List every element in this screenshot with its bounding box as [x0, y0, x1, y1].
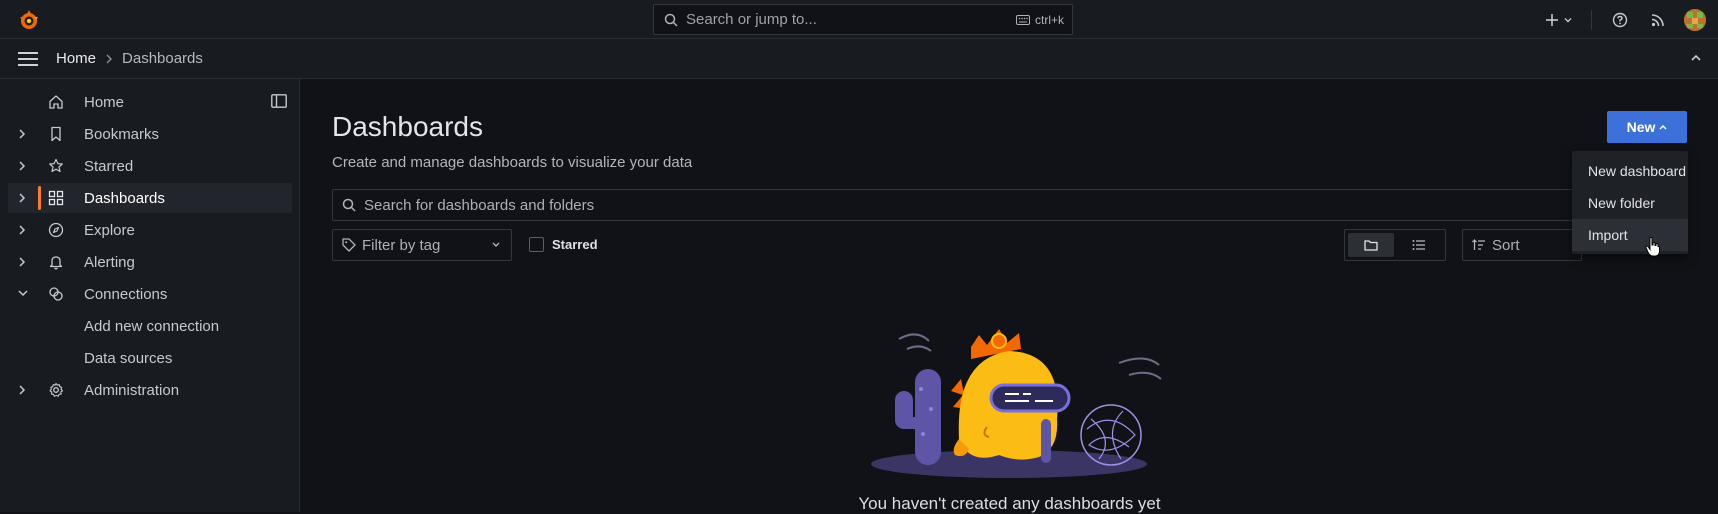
page-title: Dashboards — [332, 111, 483, 142]
sidebar-item-label: Bookmarks — [84, 126, 160, 143]
sidebar-item-label: Alerting — [84, 254, 135, 271]
search-shortcut-text: ctrl+k — [1034, 13, 1064, 27]
sidebar-item-explore[interactable]: Explore — [8, 215, 292, 245]
sort-amount-icon — [1472, 239, 1486, 251]
chevron-right-icon[interactable] — [18, 160, 26, 172]
sidebar-item-label: Starred — [84, 158, 134, 175]
sidebar-item-connections[interactable]: Connections — [8, 279, 292, 309]
empty-state-illustration — [859, 299, 1179, 499]
breadcrumb: Home Dashboards — [56, 50, 203, 67]
menu-item-new-dashboard[interactable]: New dashboard — [1572, 155, 1688, 187]
sidebar: Home Bookmarks Starred Dashboards Explor… — [0, 79, 300, 512]
chevron-down-icon — [491, 241, 501, 249]
compass-icon — [48, 222, 64, 238]
top-bar: Search or jump to... ctrl+k — [0, 0, 1718, 39]
main-content: Dashboards Create and manage dashboards … — [301, 79, 1718, 512]
sort-select[interactable]: Sort — [1462, 229, 1582, 261]
user-avatar[interactable] — [1684, 8, 1706, 31]
global-search-placeholder: Search or jump to... — [686, 11, 817, 28]
new-dropdown-menu: New dashboard New folder Import — [1572, 151, 1688, 254]
sidebar-item-label: Home — [84, 94, 125, 111]
filter-by-tag-select[interactable]: Filter by tag — [332, 229, 512, 261]
cog-icon — [48, 382, 64, 398]
hand-cursor-icon — [1645, 237, 1661, 257]
list-view-button[interactable] — [1396, 233, 1442, 257]
collapse-header-button[interactable] — [1690, 52, 1702, 64]
search-icon — [342, 198, 356, 212]
news-rss-icon — [1651, 13, 1665, 27]
divider — [1591, 9, 1592, 30]
starred-filter[interactable]: Starred — [529, 237, 598, 252]
home-icon — [48, 94, 64, 110]
folder-view-button[interactable] — [1348, 233, 1394, 257]
sidebar-item-data-sources[interactable]: Data sources — [8, 343, 292, 373]
bell-icon — [48, 254, 64, 270]
sidebar-item-home[interactable]: Home — [8, 87, 292, 117]
sidebar-item-label: Add new connection — [84, 318, 220, 335]
star-icon — [48, 158, 64, 174]
new-button[interactable]: New — [1607, 111, 1687, 143]
dashboard-search-placeholder: Search for dashboards and folders — [364, 196, 595, 214]
chevron-right-icon[interactable] — [18, 128, 26, 140]
top-actions — [1537, 0, 1718, 39]
bookmark-icon — [48, 126, 64, 142]
chevron-right-icon — [105, 54, 113, 64]
sidebar-item-dashboards[interactable]: Dashboards — [8, 183, 292, 213]
starred-label: Starred — [552, 237, 598, 252]
sidebar-item-label: Dashboards — [84, 190, 165, 207]
news-button[interactable] — [1644, 6, 1672, 34]
global-search-input[interactable]: Search or jump to... ctrl+k — [653, 4, 1073, 35]
grafana-logo-icon[interactable] — [17, 8, 41, 32]
add-new-button[interactable] — [1537, 6, 1581, 34]
chevron-right-icon[interactable] — [18, 192, 26, 204]
search-shortcut-hint: ctrl+k — [1015, 13, 1064, 27]
page-subtitle: Create and manage dashboards to visualiz… — [332, 154, 693, 171]
active-indicator — [38, 186, 41, 210]
sidebar-item-bookmarks[interactable]: Bookmarks — [8, 119, 292, 149]
menu-item-import[interactable]: Import — [1572, 219, 1688, 251]
folder-icon — [1364, 239, 1378, 251]
help-button[interactable] — [1606, 6, 1634, 34]
chevron-down-icon[interactable] — [17, 289, 29, 297]
dashboard-search-input[interactable]: Search for dashboards and folders — [332, 189, 1632, 221]
sidebar-item-alerting[interactable]: Alerting — [8, 247, 292, 277]
chevron-right-icon[interactable] — [18, 384, 26, 396]
new-button-label: New — [1626, 119, 1656, 135]
breadcrumb-bar: Home Dashboards — [0, 39, 1718, 79]
tag-icon — [342, 238, 356, 252]
plus-icon — [1545, 13, 1559, 27]
view-toggle — [1344, 229, 1446, 261]
sidebar-item-administration[interactable]: Administration — [8, 375, 292, 405]
sidebar-item-label: Data sources — [84, 350, 173, 367]
chevron-up-icon — [1659, 124, 1667, 130]
search-icon — [664, 13, 678, 27]
chevron-right-icon[interactable] — [18, 256, 26, 268]
empty-state-message: You haven't created any dashboards yet — [858, 494, 1161, 513]
chevron-down-icon — [1563, 15, 1573, 25]
connections-icon — [48, 286, 64, 302]
menu-toggle-button[interactable] — [18, 51, 38, 66]
starred-checkbox[interactable] — [529, 237, 544, 252]
chevron-right-icon[interactable] — [18, 224, 26, 236]
sidebar-item-label: Connections — [84, 286, 168, 303]
help-icon — [1612, 12, 1628, 28]
breadcrumb-home-link[interactable]: Home — [56, 50, 96, 67]
list-icon — [1412, 239, 1426, 251]
filter-by-tag-placeholder: Filter by tag — [362, 236, 441, 254]
sidebar-item-add-new-connection[interactable]: Add new connection — [8, 311, 292, 341]
apps-icon — [48, 190, 64, 206]
hamburger-icon — [18, 51, 38, 66]
sidebar-item-starred[interactable]: Starred — [8, 151, 292, 181]
sort-placeholder: Sort — [1492, 236, 1520, 254]
menu-item-new-folder[interactable]: New folder — [1572, 187, 1688, 219]
chevron-up-icon — [1690, 52, 1702, 64]
sidebar-item-label: Explore — [84, 222, 135, 239]
keyboard-icon — [1015, 15, 1030, 25]
sidebar-item-label: Administration — [84, 382, 180, 399]
breadcrumb-current: Dashboards — [122, 50, 203, 67]
